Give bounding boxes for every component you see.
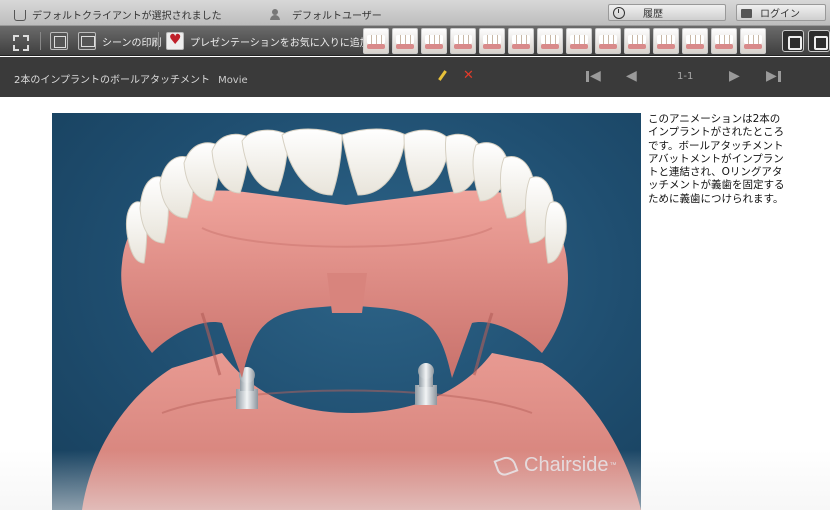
presentation-thumbnail[interactable] <box>421 28 447 54</box>
fit-screen-icon <box>10 32 29 51</box>
presentation-thumbnail[interactable] <box>392 28 418 54</box>
first-page-button[interactable]: ◀ <box>586 68 601 84</box>
cart-icon <box>14 10 26 21</box>
print-button[interactable] <box>50 31 74 51</box>
history-button[interactable]: 履歴 <box>608 4 726 21</box>
presentation-thumbnail[interactable] <box>363 28 389 54</box>
presentation-title-bar: 2本のインプラントのボールアタッチメント Movie ✕ ◀ ◀ 1-1 ▶ ▶ <box>0 57 830 97</box>
print-icon <box>50 32 68 50</box>
heart-icon <box>166 32 184 50</box>
watermark-text: Chairside <box>524 453 609 476</box>
presentation-thumbnail[interactable] <box>595 28 621 54</box>
edit-pencil-icon[interactable] <box>437 70 447 82</box>
delete-icon[interactable]: ✕ <box>463 68 474 83</box>
presentation-thumbnail[interactable] <box>682 28 708 54</box>
lock-icon <box>741 9 752 18</box>
client-status-text: デフォルトクライアントが選択されました <box>32 11 222 22</box>
presentation-thumbnail[interactable] <box>508 28 534 54</box>
print-scene-label: シーンの印刷 <box>102 37 162 49</box>
title-text: 2本のインプラントのボールアタッチメント <box>14 75 211 86</box>
client-status[interactable]: デフォルトクライアントが選択されました <box>14 7 222 22</box>
add-favorite-label: プレゼンテーションをお気に入りに追加 <box>190 37 370 49</box>
add-favorite-button[interactable]: プレゼンテーションをお気に入りに追加 <box>166 31 370 51</box>
trademark: ™ <box>609 461 617 469</box>
toolbar-divider <box>40 32 41 50</box>
login-label: ログイン <box>760 9 800 20</box>
user-status[interactable]: デフォルトユーザー <box>270 7 382 22</box>
denture-illustration <box>82 128 641 510</box>
lower-jaw <box>82 353 641 510</box>
presentation-thumbnail[interactable] <box>624 28 650 54</box>
user-icon <box>270 9 282 20</box>
scene-icon <box>78 32 96 50</box>
login-button[interactable]: ログイン <box>736 4 826 21</box>
presentation-thumbnail[interactable] <box>566 28 592 54</box>
implant-right <box>415 363 437 405</box>
animation-description: このアニメーションは2本のインプラントがされたところです。ボールアタッチメントア… <box>648 113 785 205</box>
presentation-thumbnails <box>363 28 766 54</box>
next-page-button[interactable]: ▶ <box>729 68 740 84</box>
print-scene-button[interactable]: シーンの印刷 <box>78 31 162 51</box>
presentation-thumbnail[interactable] <box>537 28 563 54</box>
last-page-button[interactable]: ▶ <box>766 68 781 84</box>
chairside-watermark: Chairside ™ <box>492 453 616 477</box>
toolbar: シーンの印刷 プレゼンテーションをお気に入りに追加 <box>0 26 830 56</box>
expand-button[interactable] <box>782 30 804 52</box>
chairside-logo-icon <box>492 453 520 477</box>
presentation-thumbnail[interactable] <box>653 28 679 54</box>
presentation-thumbnail[interactable] <box>711 28 737 54</box>
presentation-thumbnail[interactable] <box>450 28 476 54</box>
animation-video[interactable]: Chairside ™ <box>52 113 641 510</box>
page-indicator: 1-1 <box>677 71 694 82</box>
media-type: Movie <box>218 75 248 86</box>
window-button[interactable] <box>808 30 830 52</box>
previous-page-button[interactable]: ◀ <box>626 68 637 84</box>
clock-icon <box>613 6 625 19</box>
toolbar-divider <box>158 32 159 50</box>
presentation-thumbnail[interactable] <box>479 28 505 54</box>
user-status-text: デフォルトユーザー <box>292 11 382 22</box>
fit-screen-button[interactable] <box>10 31 34 51</box>
presentation-title: 2本のインプラントのボールアタッチメント Movie <box>14 71 248 86</box>
history-label: 履歴 <box>643 9 663 20</box>
status-bar: デフォルトクライアントが選択されました デフォルトユーザー 履歴 ログイン <box>0 0 830 26</box>
presentation-thumbnail[interactable] <box>740 28 766 54</box>
